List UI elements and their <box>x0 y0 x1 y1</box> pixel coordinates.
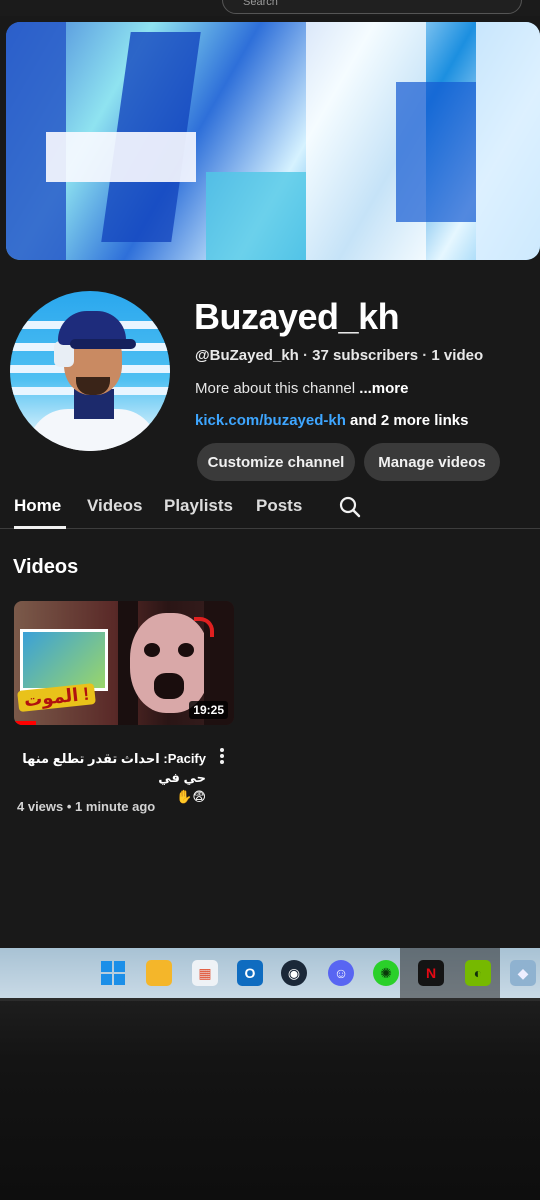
video-title[interactable]: Pacify: احداث تقدر تطلع منها حي في 😨✋ <box>16 749 206 806</box>
search-placeholder: Search <box>243 0 278 8</box>
channel-name: Buzayed_kh <box>194 296 400 337</box>
tab-home[interactable]: Home <box>14 496 61 516</box>
windows-taskbar: ▦ O ◉ ☺ ✺ N ◐ ◆ <box>0 948 540 998</box>
channel-banner <box>6 22 540 260</box>
netflix-icon[interactable]: N <box>418 960 444 986</box>
discord-icon[interactable]: ☺ <box>328 960 354 986</box>
customize-channel-button[interactable]: Customize channel <box>197 443 355 481</box>
videos-section-title[interactable]: Videos <box>13 556 78 579</box>
channel-links: kick.com/buzayed-kh and 2 more links <box>195 412 468 429</box>
more-options-icon[interactable] <box>218 747 226 767</box>
video-thumbnail[interactable]: الموت ! 19:25 <box>14 601 234 725</box>
video-count: 1 video <box>431 347 484 364</box>
about-channel-link[interactable]: More about this channel ...more <box>195 380 408 397</box>
about-more[interactable]: ...more <box>359 380 408 397</box>
file-explorer-icon[interactable] <box>146 960 172 986</box>
search-icon[interactable] <box>338 495 362 519</box>
microsoft-store-icon[interactable]: ▦ <box>192 960 218 986</box>
video-views: 4 views <box>17 799 64 814</box>
razer-icon[interactable]: ✺ <box>373 960 399 986</box>
steam-icon[interactable]: ◉ <box>281 960 307 986</box>
channel-avatar[interactable] <box>10 291 170 451</box>
nvidia-icon[interactable]: ◐ <box>465 960 491 986</box>
windows-start-icon[interactable] <box>100 960 126 986</box>
youtube-channel-page: Buzayed_kh @BuZayed_kh · 37 subscribers … <box>0 16 540 948</box>
more-links[interactable]: and 2 more links <box>346 412 468 429</box>
active-tab-indicator <box>14 526 66 529</box>
subscriber-count: 37 subscribers <box>312 347 419 364</box>
app-icon[interactable]: ◆ <box>510 960 536 986</box>
outlook-icon[interactable]: O <box>237 960 263 986</box>
streamer-inset-image <box>20 629 108 691</box>
video-title-text: Pacify: احداث تقدر تطلع منها حي في <box>22 751 206 785</box>
watch-progress-bar <box>14 721 36 725</box>
tab-posts[interactable]: Posts <box>256 496 302 516</box>
video-age: 1 minute ago <box>75 799 156 814</box>
youtube-search-box[interactable]: Search <box>222 0 522 14</box>
about-text: More about this channel <box>195 380 360 397</box>
channel-tabs: Home Videos Playlists Posts <box>0 493 540 529</box>
video-duration: 19:25 <box>189 701 228 719</box>
tab-videos[interactable]: Videos <box>87 496 142 516</box>
channel-meta: @BuZayed_kh · 37 subscribers · 1 video <box>195 347 484 364</box>
channel-handle: @BuZayed_kh <box>195 347 299 364</box>
video-title-emoji: 😨✋ <box>176 789 206 804</box>
monitor-bezel <box>0 998 540 1200</box>
kick-link[interactable]: kick.com/buzayed-kh <box>195 412 346 429</box>
tab-playlists[interactable]: Playlists <box>164 496 233 516</box>
manage-videos-button[interactable]: Manage videos <box>364 443 500 481</box>
video-meta: 4 views • 1 minute ago <box>17 799 156 814</box>
